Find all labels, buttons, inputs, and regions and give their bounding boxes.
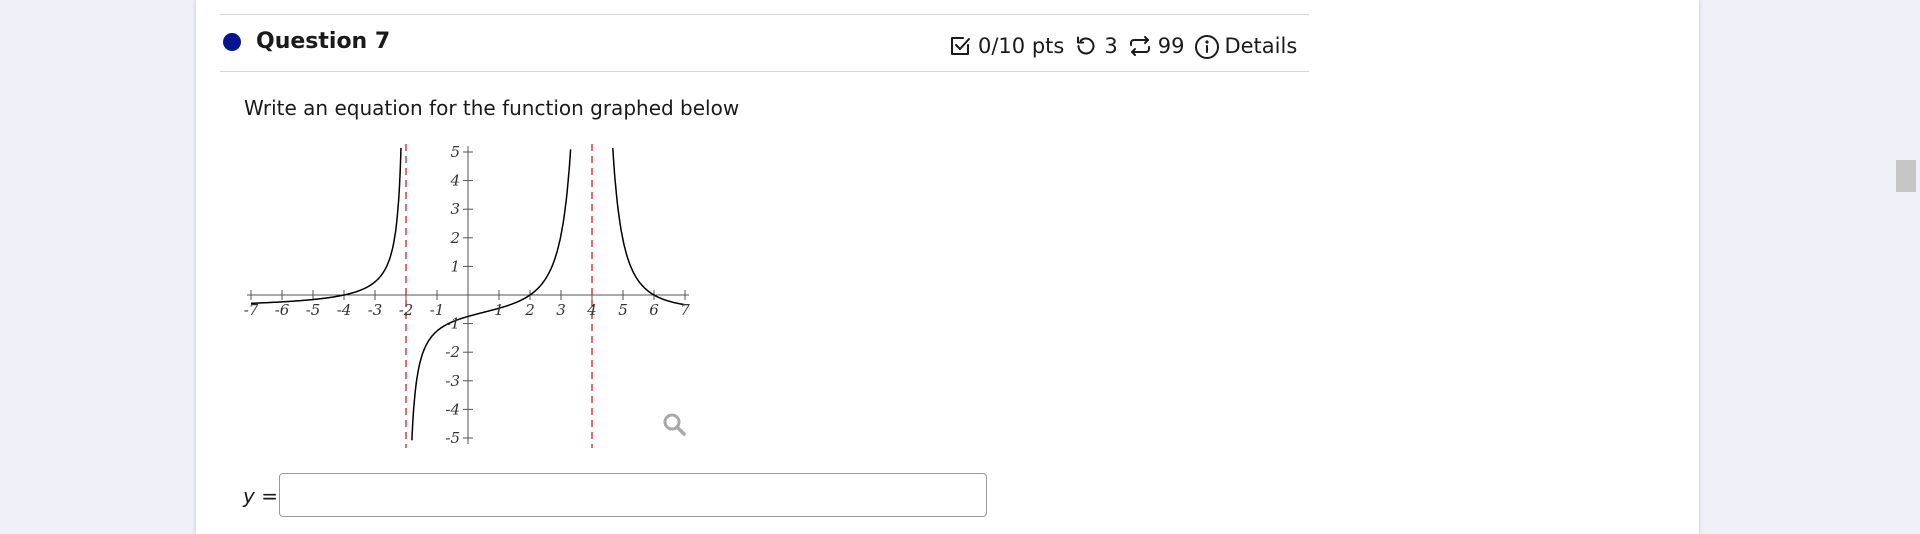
y-tick-label: 1: [450, 257, 460, 275]
repeat-icon: [1128, 34, 1152, 58]
x-tick-label: 4: [586, 301, 597, 319]
x-tick-label: -5: [306, 301, 321, 319]
x-tick-label: 5: [618, 301, 628, 319]
x-tick-label: -7: [244, 301, 259, 319]
magnifier-icon[interactable]: [663, 413, 686, 436]
function-graph: -7 -6 -5 -4 -3 -2 -1 1 2 3 4 5 6 7 5 4 3 2 1 -1 -2 -3 -4 -5: [244, 143, 690, 448]
x-tick-label: 7: [680, 301, 690, 319]
y-tick-label: -4: [445, 400, 460, 418]
x-tick-label: -1: [430, 301, 445, 319]
y-tick-label: 5: [450, 143, 460, 161]
answer-label: y =: [243, 484, 278, 508]
y-tick-label: 4: [449, 172, 460, 190]
attempts-count: 3: [1104, 34, 1118, 58]
curve-branch: [251, 147, 402, 305]
y-tick-label: 2: [449, 229, 460, 247]
checkbox-icon: [948, 34, 972, 58]
y-tick-label: -3: [445, 372, 460, 390]
regenerations-count: 99: [1157, 34, 1185, 58]
y-tick-label: -2: [445, 343, 460, 361]
y-tick-label: -1: [445, 315, 460, 333]
x-tick-label: -4: [337, 301, 352, 319]
retry-icon: [1074, 34, 1098, 58]
header-divider-top: [220, 14, 1309, 15]
answer-equals: =: [261, 484, 278, 508]
graph-axes: [247, 146, 689, 444]
y-tick-label: 3: [450, 200, 460, 218]
x-tick-label: -2: [399, 301, 414, 319]
scrollbar-thumb[interactable]: [1896, 160, 1916, 192]
x-tick-label: -3: [368, 301, 383, 319]
x-tick-label: -6: [275, 301, 290, 319]
info-icon[interactable]: [1194, 34, 1220, 59]
question-prompt: Write an equation for the function graph…: [244, 96, 740, 120]
answer-input[interactable]: [279, 473, 987, 517]
x-tick-label: 6: [649, 301, 659, 319]
points-text: 0/10 pts: [978, 34, 1065, 58]
y-tick-label: -5: [445, 429, 460, 447]
x-tick-label: 2: [524, 301, 535, 319]
answer-variable: y: [243, 484, 255, 508]
question-meta: 0/10 pts 3 99 Details: [948, 31, 1297, 61]
details-link[interactable]: Details: [1224, 34, 1297, 58]
status-dot: [223, 33, 241, 51]
header-divider-bottom: [220, 71, 1309, 72]
question-title: Question 7: [256, 29, 391, 54]
curve-branch: [612, 147, 685, 306]
x-tick-label: 1: [494, 301, 504, 319]
x-tick-label: 3: [556, 301, 566, 319]
